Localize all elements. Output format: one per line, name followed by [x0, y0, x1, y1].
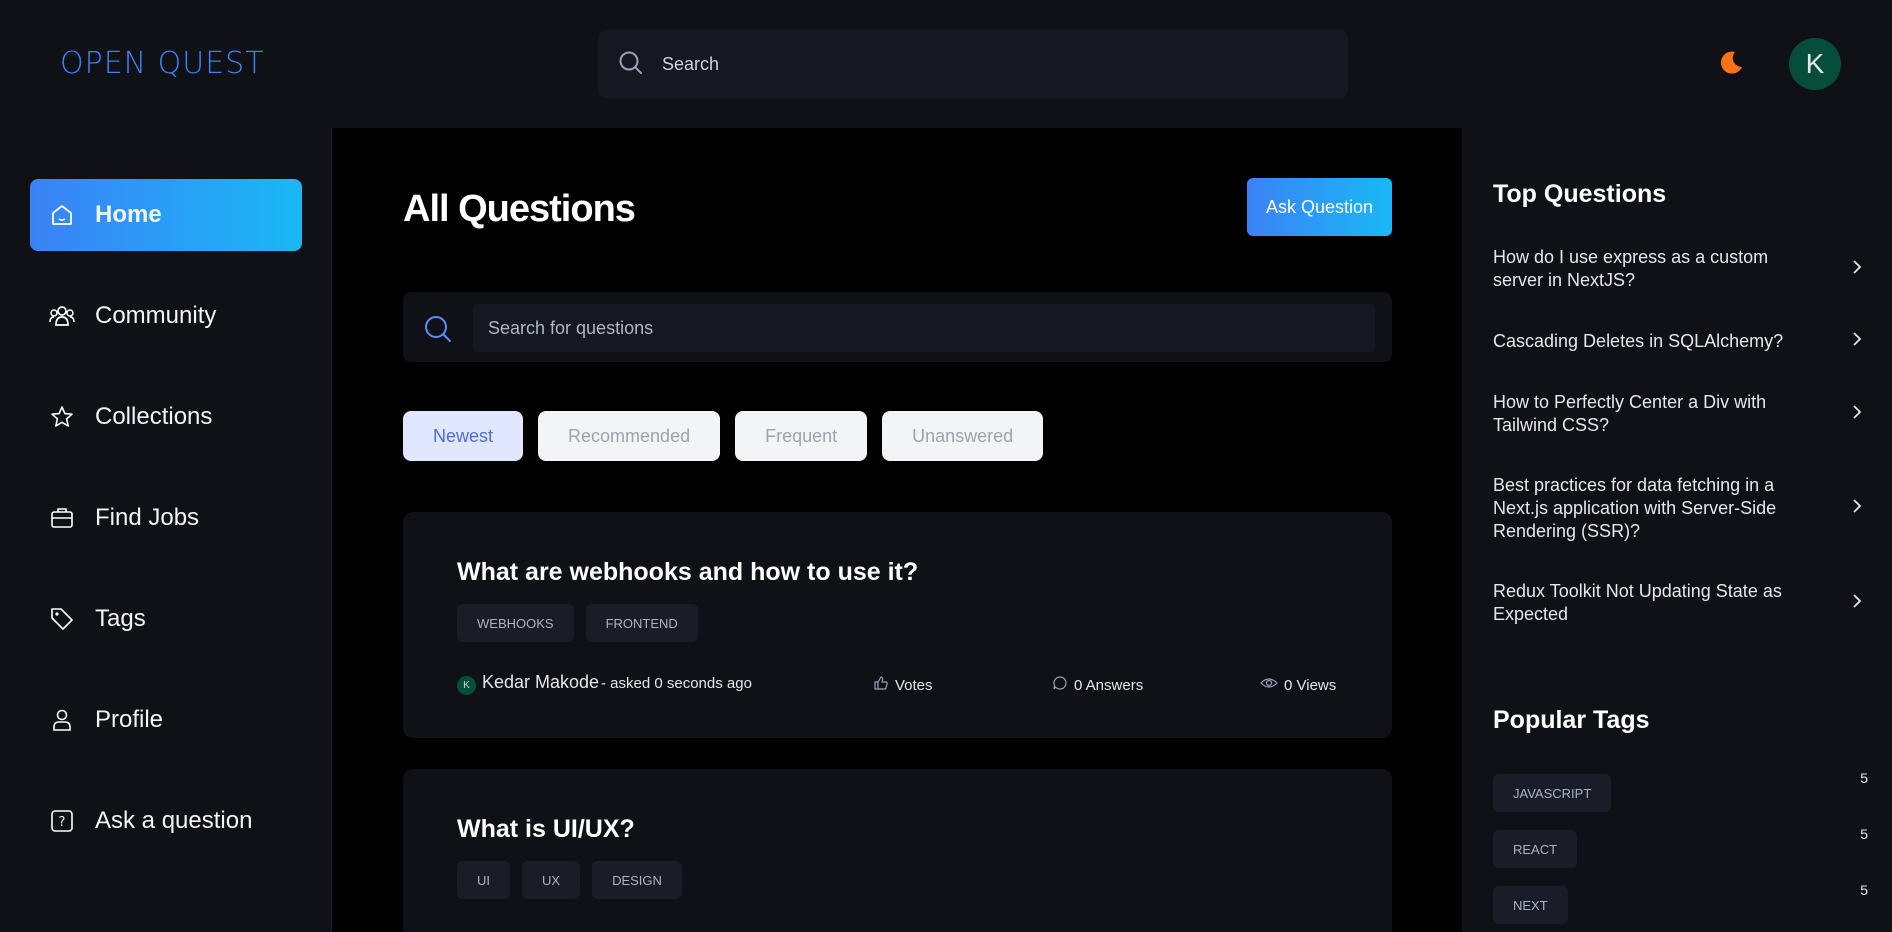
svg-text:?: ?	[59, 815, 66, 830]
sidebar-item-label: Profile	[95, 706, 164, 733]
tag-chip[interactable]: UX	[522, 861, 581, 899]
sidebar-item-find-jobs[interactable]: Find Jobs	[30, 482, 302, 554]
popular-tags-title: Popular Tags	[1493, 706, 1650, 734]
votes-stat: Votes	[873, 675, 933, 695]
filter-frequent[interactable]: Frequent	[735, 411, 868, 461]
question-tags: WEBHOOKS FRONTEND	[457, 604, 698, 642]
right-sidebar: Top Questions How do I use express as a …	[1462, 128, 1892, 932]
author-avatar: K	[457, 676, 476, 695]
question-card: What is UI/UX? UI UX DESIGN	[403, 769, 1392, 932]
sidebar-item-profile[interactable]: Profile	[30, 684, 302, 756]
users-icon	[48, 302, 76, 330]
views-stat: 0 Views	[1260, 675, 1336, 695]
question-card: What are webhooks and how to use it? WEB…	[403, 512, 1392, 738]
top-bar: OPEN QUEST K	[0, 0, 1892, 128]
sidebar-item-label: Community	[95, 302, 217, 329]
global-search-input[interactable]	[662, 44, 1322, 84]
top-questions-title: Top Questions	[1493, 180, 1667, 208]
filter-unanswered[interactable]: Unanswered	[882, 411, 1044, 461]
top-question-text: How to Perfectly Center a Div with Tailw…	[1493, 392, 1767, 435]
question-title[interactable]: What is UI/UX?	[457, 815, 635, 844]
votes-label: Votes	[895, 676, 933, 694]
tag-chip[interactable]: DESIGN	[592, 861, 682, 899]
tag-chip[interactable]: UI	[457, 861, 510, 899]
sidebar-item-label: Ask a question	[95, 807, 253, 834]
question-search-bar	[403, 292, 1392, 362]
popular-tag-row[interactable]: REACT 5	[1493, 826, 1868, 868]
top-question-text: Redux Toolkit Not Updating State as Expe…	[1493, 581, 1782, 624]
popular-tag-row[interactable]: NEXT 5	[1493, 882, 1868, 924]
sidebar-item-community[interactable]: Community	[30, 280, 302, 352]
tag-chip[interactable]: NEXT	[1493, 886, 1568, 924]
top-question-item[interactable]: Redux Toolkit Not Updating State as Expe…	[1493, 580, 1863, 626]
filter-tabs: Newest Recommended Frequent Unanswered	[403, 411, 1044, 461]
top-question-text: Cascading Deletes in SQLAlchemy?	[1493, 331, 1784, 351]
top-question-item[interactable]: Best practices for data fetching in a Ne…	[1493, 474, 1863, 543]
top-question-item[interactable]: Cascading Deletes in SQLAlchemy?	[1493, 330, 1863, 353]
sidebar-item-label: Tags	[95, 605, 146, 632]
home-icon	[48, 201, 76, 229]
user-avatar[interactable]: K	[1789, 38, 1841, 90]
briefcase-icon	[48, 504, 76, 532]
eye-icon	[1260, 675, 1278, 695]
sidebar-item-ask-question[interactable]: ? Ask a question	[30, 785, 302, 857]
top-question-text: Best practices for data fetching in a Ne…	[1493, 475, 1777, 541]
search-icon	[618, 50, 644, 81]
logo[interactable]: OPEN QUEST	[60, 46, 265, 81]
chevron-right-icon	[1851, 592, 1863, 615]
question-title[interactable]: What are webhooks and how to use it?	[457, 558, 918, 587]
tag-icon	[48, 605, 76, 633]
search-icon	[423, 314, 453, 349]
ask-question-button[interactable]: Ask Question	[1247, 178, 1392, 236]
top-question-item[interactable]: How to Perfectly Center a Div with Tailw…	[1493, 391, 1863, 437]
views-count: 0 Views	[1284, 676, 1337, 694]
tag-count: 5	[1860, 826, 1868, 842]
tag-count: 5	[1860, 770, 1868, 786]
thumbs-up-icon	[873, 675, 889, 695]
sidebar-item-label: Collections	[95, 403, 213, 430]
tag-count: 5	[1860, 882, 1868, 898]
top-question-item[interactable]: How do I use express as a custom server …	[1493, 246, 1863, 292]
tag-chip[interactable]: REACT	[1493, 830, 1578, 868]
global-search-bar	[598, 30, 1348, 98]
tag-chip[interactable]: WEBHOOKS	[457, 604, 574, 642]
sidebar-item-label: Find Jobs	[95, 504, 200, 531]
filter-newest[interactable]: Newest	[403, 411, 524, 461]
chevron-right-icon	[1851, 403, 1863, 426]
author-name[interactable]: Kedar Makode	[482, 672, 599, 693]
tag-chip[interactable]: FRONTEND	[585, 604, 698, 642]
chevron-right-icon	[1851, 497, 1863, 520]
sidebar-item-home[interactable]: Home	[30, 179, 302, 251]
asked-time: - asked 0 seconds ago	[601, 675, 752, 692]
main-content: All Questions Ask Question Newest Recomm…	[333, 128, 1462, 932]
theme-toggle-moon-icon[interactable]	[1716, 48, 1746, 78]
question-meta: K Kedar Makode - asked 0 seconds ago Vot…	[457, 672, 1337, 696]
chevron-right-icon	[1851, 330, 1863, 353]
message-icon	[1052, 675, 1068, 695]
question-search-input[interactable]	[473, 304, 1375, 352]
answers-count: 0 Answers	[1074, 676, 1144, 694]
star-icon	[48, 403, 76, 431]
answers-stat: 0 Answers	[1052, 675, 1143, 695]
page-title: All Questions	[403, 188, 636, 230]
tag-chip[interactable]: JAVASCRIPT	[1493, 774, 1612, 812]
sidebar-item-tags[interactable]: Tags	[30, 583, 302, 655]
question-icon: ?	[48, 807, 76, 835]
question-tags: UI UX DESIGN	[457, 861, 682, 899]
chevron-right-icon	[1851, 258, 1863, 281]
filter-recommended[interactable]: Recommended	[538, 411, 721, 461]
top-question-text: How do I use express as a custom server …	[1493, 247, 1769, 290]
sidebar-item-label: Home	[95, 201, 162, 228]
left-sidebar: Home Community Collections Find Jobs Tag…	[0, 128, 332, 932]
sidebar-item-collections[interactable]: Collections	[30, 381, 302, 453]
user-icon	[48, 706, 76, 734]
popular-tag-row[interactable]: JAVASCRIPT 5	[1493, 770, 1868, 812]
